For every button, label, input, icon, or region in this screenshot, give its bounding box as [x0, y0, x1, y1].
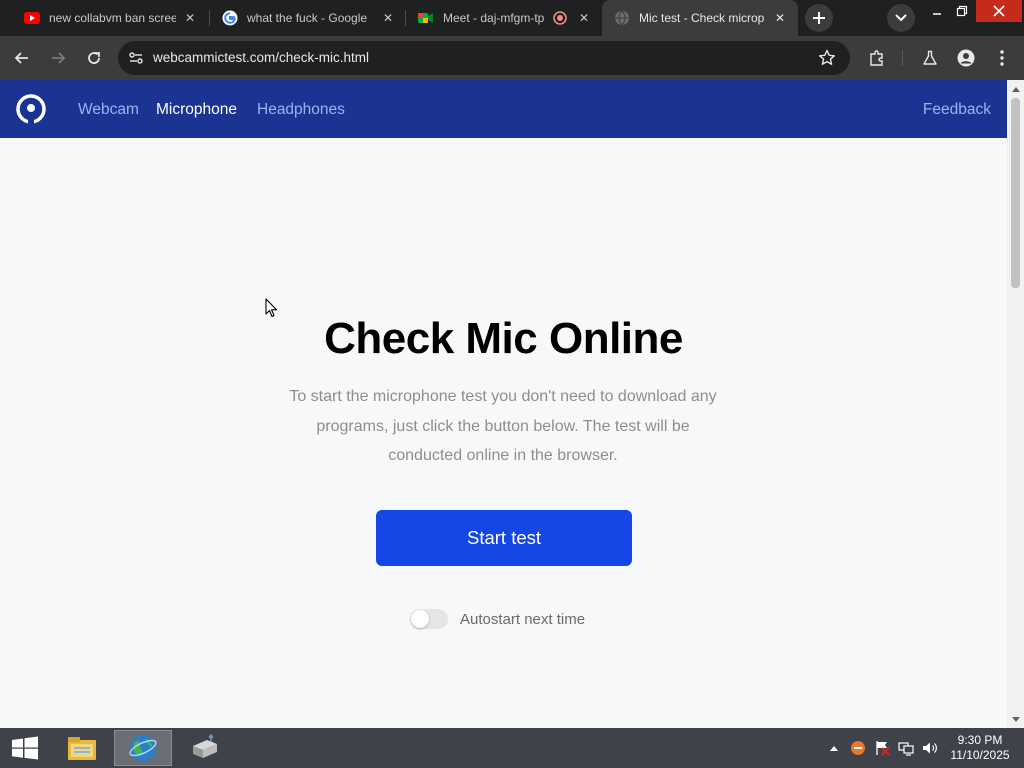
meet-icon	[418, 10, 434, 26]
site-info-icon[interactable]	[128, 50, 144, 71]
mouse-cursor-icon	[265, 298, 278, 323]
plus-icon	[813, 12, 825, 24]
close-icon	[993, 5, 1005, 17]
nav-microphone[interactable]: Microphone	[156, 101, 237, 119]
windows-logo-icon	[12, 736, 38, 760]
tab-search-button[interactable]	[887, 4, 915, 32]
new-tab-button[interactable]	[805, 4, 833, 32]
tray-overflow-icon[interactable]	[826, 740, 842, 756]
start-button[interactable]	[0, 730, 50, 766]
page-title: Check Mic Online	[324, 314, 683, 363]
url-text[interactable]: webcammictest.com/check-mic.html	[153, 50, 369, 65]
browser-icon	[129, 735, 157, 761]
taskbar-network-app[interactable]	[176, 730, 234, 766]
close-icon[interactable]: ✕	[772, 10, 788, 26]
taskbar-file-explorer[interactable]	[53, 730, 111, 766]
restore-button[interactable]	[945, 0, 979, 22]
kebab-menu-icon	[1000, 50, 1004, 66]
scroll-thumb[interactable]	[1011, 98, 1020, 288]
file-explorer-icon	[68, 737, 96, 760]
google-icon	[222, 10, 238, 26]
tab-meet[interactable]: Meet - daj-mfgm-tp ✕	[406, 0, 602, 36]
reload-button[interactable]	[80, 44, 108, 72]
arrow-left-icon	[14, 52, 28, 64]
tab-mic-test[interactable]: Mic test - Check microp ✕	[602, 0, 798, 36]
flask-icon	[923, 50, 937, 65]
tab-google[interactable]: what the fuck - Google ✕	[210, 0, 406, 36]
profile-button[interactable]	[952, 44, 980, 72]
forward-button[interactable]	[44, 44, 72, 72]
tray-security-icon[interactable]	[850, 740, 866, 756]
tray-flag-icon[interactable]	[874, 740, 890, 756]
scroll-down-icon[interactable]	[1007, 712, 1024, 726]
clock-date: 11/10/2025	[950, 748, 1010, 762]
back-button[interactable]	[8, 44, 36, 72]
taskbar-browser[interactable]	[114, 730, 172, 766]
scroll-up-icon[interactable]	[1007, 82, 1024, 96]
nav-headphones[interactable]: Headphones	[257, 101, 345, 119]
nav-feedback[interactable]: Feedback	[923, 101, 991, 119]
profile-icon	[957, 49, 975, 67]
toolbar-divider	[902, 50, 903, 66]
start-test-button[interactable]: Start test	[376, 510, 632, 566]
site-logo-icon[interactable]	[15, 93, 47, 125]
tab-youtube[interactable]: new collabvm ban scree ✕	[12, 0, 208, 36]
restore-icon	[956, 5, 968, 17]
extensions-button[interactable]	[863, 44, 891, 72]
close-icon[interactable]: ✕	[380, 10, 396, 26]
minimize-icon	[933, 13, 941, 15]
windows-taskbar: 9:30 PM 11/10/2025	[0, 728, 1024, 768]
browser-toolbar: webcammictest.com/check-mic.html	[0, 36, 1024, 80]
site-header: Webcam Microphone Headphones Feedback	[0, 80, 1007, 138]
bookmark-star-icon[interactable]	[818, 49, 836, 72]
globe-icon	[614, 10, 630, 26]
menu-button[interactable]	[988, 44, 1016, 72]
address-bar[interactable]: webcammictest.com/check-mic.html	[118, 41, 850, 75]
autostart-toggle[interactable]: Autostart next time	[410, 608, 585, 630]
youtube-icon	[24, 10, 40, 26]
tray-network-icon[interactable]	[898, 740, 914, 756]
taskbar-clock[interactable]: 9:30 PM 11/10/2025	[944, 733, 1016, 763]
close-icon[interactable]: ✕	[576, 10, 592, 26]
close-icon[interactable]: ✕	[182, 10, 198, 26]
toggle-knob	[411, 610, 429, 628]
tray-volume-icon[interactable]	[922, 740, 938, 756]
autostart-label: Autostart next time	[460, 610, 586, 628]
tab-title: Mic test - Check microp	[639, 11, 765, 25]
page-scrollbar[interactable]	[1007, 80, 1024, 728]
arrow-right-icon	[52, 52, 66, 64]
tab-title: what the fuck - Google	[247, 11, 368, 25]
clock-time: 9:30 PM	[957, 733, 1003, 747]
page-description: To start the microphone test you don't n…	[289, 388, 717, 464]
web-page: Webcam Microphone Headphones Feedback Ch…	[0, 80, 1007, 728]
toggle-switch[interactable]	[410, 609, 448, 629]
puzzle-icon	[870, 50, 883, 66]
labs-button[interactable]	[916, 44, 944, 72]
tab-strip: new collabvm ban scree ✕ what the fuck -…	[0, 0, 1024, 36]
tab-title: Meet - daj-mfgm-tp	[443, 11, 545, 25]
chevron-down-icon	[895, 14, 907, 22]
recording-icon	[552, 10, 568, 26]
reload-icon	[88, 52, 100, 64]
tab-title: new collabvm ban scree	[49, 11, 176, 25]
network-app-icon	[193, 734, 217, 758]
nav-webcam[interactable]: Webcam	[78, 101, 139, 119]
close-window-button[interactable]	[976, 0, 1022, 22]
